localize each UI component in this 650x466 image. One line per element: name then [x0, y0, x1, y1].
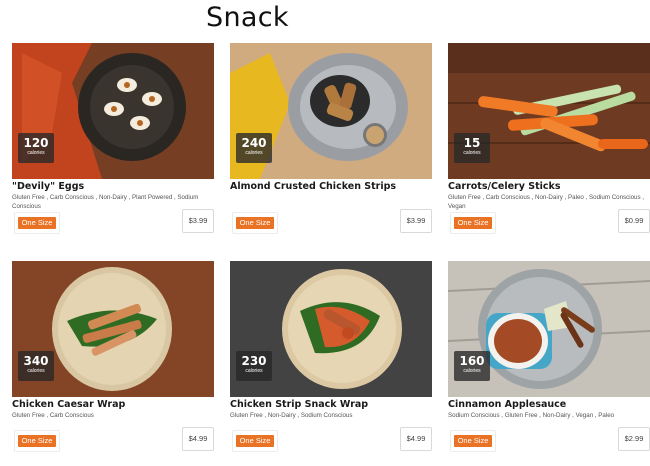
size-option[interactable]: One Size: [14, 430, 60, 452]
item-name[interactable]: Almond Crusted Chicken Strips: [230, 181, 396, 192]
item-photo[interactable]: 15 calories: [448, 43, 650, 179]
size-button[interactable]: One Size: [236, 435, 274, 447]
item-name[interactable]: Chicken Caesar Wrap: [12, 399, 125, 410]
item-name[interactable]: Carrots/Celery Sticks: [448, 181, 561, 192]
size-option[interactable]: One Size: [450, 430, 496, 452]
menu-item-card[interactable]: 120 calories "Devily" Eggs Gluten Free ,…: [12, 43, 214, 247]
size-button[interactable]: One Size: [454, 435, 492, 447]
calories-unit: calories: [463, 150, 481, 156]
size-button[interactable]: One Size: [18, 217, 56, 229]
calories-value: 120: [23, 136, 49, 150]
size-button[interactable]: One Size: [18, 435, 56, 447]
item-photo[interactable]: 160 calories: [448, 261, 650, 397]
calories-unit: calories: [463, 368, 481, 374]
calories-badge: 15 calories: [454, 133, 490, 163]
price-button[interactable]: $3.99: [182, 209, 214, 233]
item-name[interactable]: Cinnamon Applesauce: [448, 399, 566, 410]
menu-item-card[interactable]: 340 calories Chicken Caesar Wrap Gluten …: [12, 261, 214, 465]
item-tags: Gluten Free , Non-Dairy , Sodium Conscio…: [230, 412, 353, 419]
item-photo[interactable]: 120 calories: [12, 43, 214, 179]
item-tags: Gluten Free , Carb Conscious: [12, 412, 94, 419]
calories-value: 240: [241, 136, 267, 150]
item-name[interactable]: "Devily" Eggs: [12, 181, 84, 192]
calories-unit: calories: [27, 150, 45, 156]
price-button[interactable]: $0.99: [618, 209, 650, 233]
calories-value: 15: [463, 136, 481, 150]
size-option[interactable]: One Size: [14, 212, 60, 234]
calories-unit: calories: [245, 368, 263, 374]
size-option[interactable]: One Size: [450, 212, 496, 234]
calories-badge: 230 calories: [236, 351, 272, 381]
calories-value: 340: [23, 354, 49, 368]
calories-value: 230: [241, 354, 267, 368]
calories-badge: 120 calories: [18, 133, 54, 163]
item-name[interactable]: Chicken Strip Snack Wrap: [230, 399, 368, 410]
calories-badge: 160 calories: [454, 351, 490, 381]
calories-unit: calories: [245, 150, 263, 156]
size-button[interactable]: One Size: [454, 217, 492, 229]
price-button[interactable]: $3.99: [400, 209, 432, 233]
calories-value: 160: [459, 354, 485, 368]
size-option[interactable]: One Size: [232, 212, 278, 234]
calories-badge: 240 calories: [236, 133, 272, 163]
size-option[interactable]: One Size: [232, 430, 278, 452]
item-photo[interactable]: 340 calories: [12, 261, 214, 397]
item-photo[interactable]: 240 calories: [230, 43, 432, 179]
menu-item-card[interactable]: 230 calories Chicken Strip Snack Wrap Gl…: [230, 261, 432, 465]
menu-item-card[interactable]: 15 calories Carrots/Celery Sticks Gluten…: [448, 43, 650, 247]
menu-item-card[interactable]: 240 calories Almond Crusted Chicken Stri…: [230, 43, 432, 247]
price-button[interactable]: $4.99: [182, 427, 214, 451]
calories-unit: calories: [27, 368, 45, 374]
price-button[interactable]: $2.99: [618, 427, 650, 451]
item-photo[interactable]: 230 calories: [230, 261, 432, 397]
size-button[interactable]: One Size: [236, 217, 274, 229]
page-title: Snack: [206, 2, 289, 33]
menu-item-card[interactable]: 160 calories Cinnamon Applesauce Sodium …: [448, 261, 650, 465]
item-tags: Sodium Conscious , Gluten Free , Non-Dai…: [448, 412, 615, 419]
price-button[interactable]: $4.99: [400, 427, 432, 451]
calories-badge: 340 calories: [18, 351, 54, 381]
